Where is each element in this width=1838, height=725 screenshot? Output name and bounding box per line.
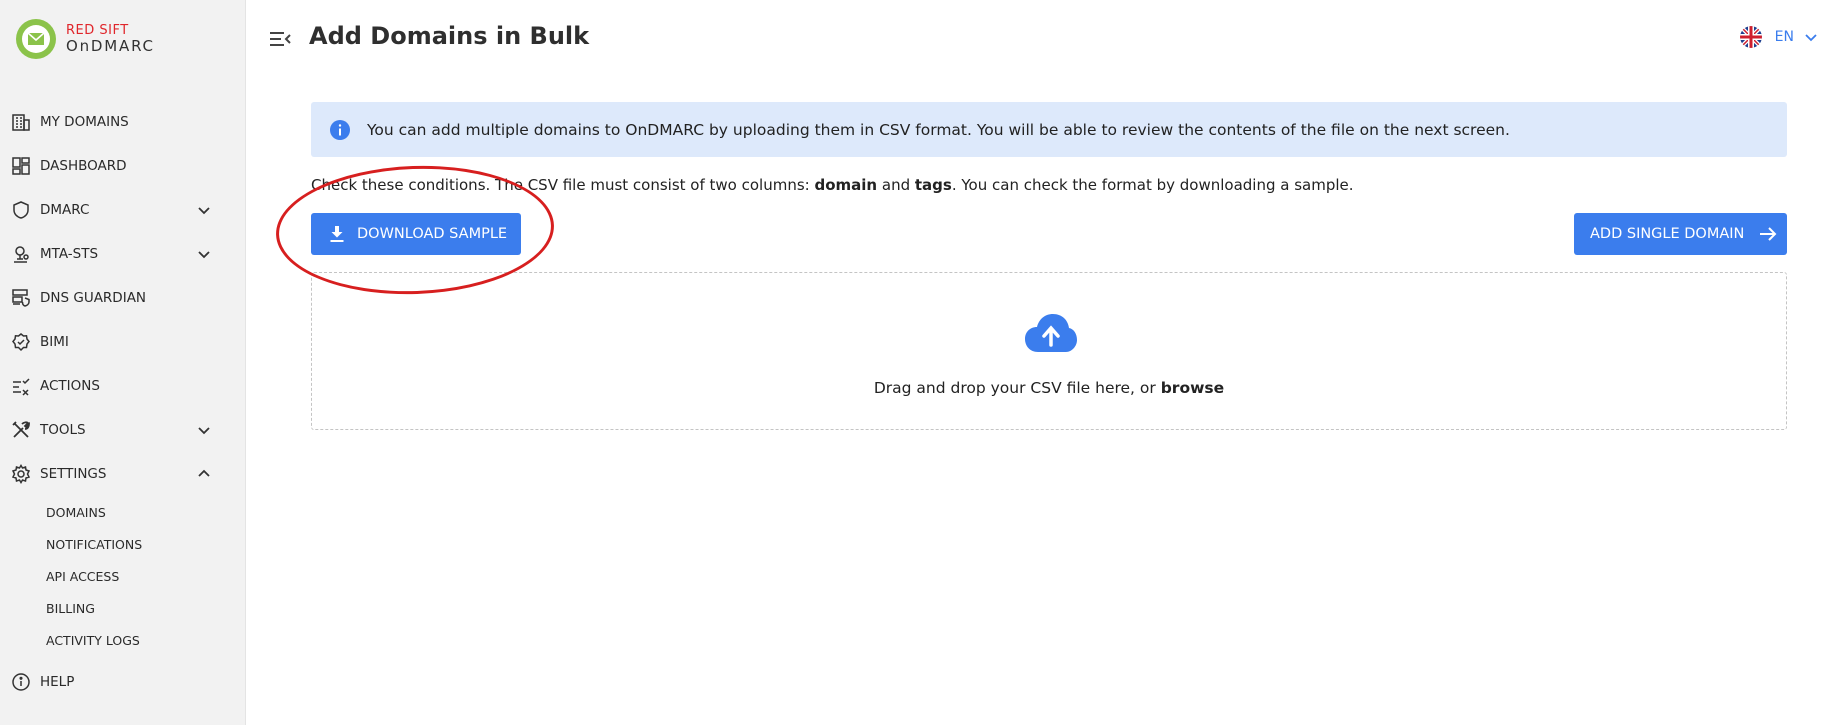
cloud-upload-icon: [1025, 314, 1077, 352]
gear-icon: [10, 463, 32, 485]
uk-flag-icon: [1739, 26, 1762, 48]
sidebar-item-label: MTA-STS: [40, 246, 99, 262]
download-sample-label: DOWNLOAD SAMPLE: [357, 226, 508, 242]
mta-sts-icon: [10, 243, 32, 265]
info-circle-icon: [10, 671, 32, 693]
sidebar-item-label: ACTIONS: [40, 378, 100, 394]
ondmarc-logo-icon: [16, 19, 56, 59]
actions-list-icon: [10, 375, 32, 397]
chevron-down-icon[interactable]: [196, 202, 212, 218]
sidebar-item-my-domains[interactable]: MY DOMAINS: [0, 100, 246, 144]
sidebar-subitem-billing[interactable]: BILLING: [0, 592, 246, 624]
sidebar-item-label: BIMI: [40, 334, 69, 350]
collapse-menu-icon[interactable]: [268, 29, 292, 49]
shield-icon: [10, 199, 32, 221]
page-title: Add Domains in Bulk: [309, 22, 590, 50]
sidebar-subitem-api-access[interactable]: API ACCESS: [0, 560, 246, 592]
sidebar-item-label: SETTINGS: [40, 466, 107, 482]
sidebar-item-actions[interactable]: ACTIONS: [0, 364, 246, 408]
sidebar-item-label: DMARC: [40, 202, 90, 218]
language-selector[interactable]: EN: [1739, 26, 1818, 48]
add-single-domain-button[interactable]: ADD SINGLE DOMAIN: [1574, 213, 1787, 255]
add-single-domain-label: ADD SINGLE DOMAIN: [1590, 226, 1745, 242]
conditions-and: and: [877, 176, 915, 194]
building-icon: [10, 111, 32, 133]
sidebar-item-label: DNS GUARDIAN: [40, 290, 147, 306]
dropzone-instruction: Drag and drop your CSV file here, or: [873, 379, 1161, 397]
sidebar-item-label: DASHBOARD: [40, 158, 127, 174]
sidebar-item-settings[interactable]: SETTINGS: [0, 452, 246, 496]
conditions-suffix: . You can check the format by downloadin…: [951, 176, 1354, 194]
conditions-text: Check these conditions. The CSV file mus…: [311, 176, 1354, 194]
sidebar-item-dashboard[interactable]: DASHBOARD: [0, 144, 246, 188]
browse-link[interactable]: browse: [1161, 379, 1224, 397]
logo[interactable]: RED SIFT OnDMARC: [15, 18, 155, 60]
sidebar-nav: MY DOMAINS DASHBOARD DMARC MTA-STS DNS G…: [0, 100, 246, 704]
tools-icon: [10, 419, 32, 441]
conditions-prefix: Check these conditions. The CSV file mus…: [311, 176, 815, 194]
sidebar-item-tools[interactable]: TOOLS: [0, 408, 246, 452]
sidebar-item-label: HELP: [40, 674, 75, 690]
info-icon: [330, 119, 350, 140]
sidebar-item-bimi[interactable]: BIMI: [0, 320, 246, 364]
dashboard-icon: [10, 155, 32, 177]
logo-product: OnDMARC: [66, 37, 155, 55]
sidebar-item-mta-sts[interactable]: MTA-STS: [0, 232, 246, 276]
badge-check-icon: [10, 331, 32, 353]
sidebar-subitem-notifications[interactable]: NOTIFICATIONS: [0, 528, 246, 560]
sidebar-item-dmarc[interactable]: DMARC: [0, 188, 246, 232]
chevron-down-icon[interactable]: [196, 422, 212, 438]
info-banner: You can add multiple domains to OnDMARC …: [311, 102, 1787, 157]
download-icon: [330, 226, 344, 242]
chevron-up-icon[interactable]: [196, 466, 212, 482]
column-tags: tags: [914, 176, 952, 194]
info-text: You can add multiple domains to OnDMARC …: [367, 120, 1510, 139]
language-label: EN: [1774, 29, 1794, 45]
dropzone-text: Drag and drop your CSV file here, or bro…: [312, 379, 1786, 397]
sidebar-item-dns-guardian[interactable]: DNS GUARDIAN: [0, 276, 246, 320]
chevron-down-icon[interactable]: [196, 246, 212, 262]
sidebar-item-label: TOOLS: [40, 422, 86, 438]
sidebar-subitem-domains[interactable]: DOMAINS: [0, 496, 246, 528]
sidebar: RED SIFT OnDMARC MY DOMAINS DASHBOARD DM…: [0, 0, 246, 725]
download-sample-button[interactable]: DOWNLOAD SAMPLE: [311, 213, 521, 255]
arrow-right-icon: [1760, 227, 1777, 241]
column-domain: domain: [814, 176, 878, 194]
sidebar-item-help[interactable]: HELP: [0, 660, 246, 704]
csv-dropzone[interactable]: Drag and drop your CSV file here, or bro…: [311, 272, 1787, 430]
logo-brand: RED SIFT: [66, 23, 129, 38]
sidebar-item-label: MY DOMAINS: [40, 114, 129, 130]
chevron-down-icon: [1805, 34, 1817, 42]
dns-guardian-icon: [10, 287, 32, 309]
sidebar-subitem-activity-logs[interactable]: ACTIVITY LOGS: [0, 624, 246, 656]
